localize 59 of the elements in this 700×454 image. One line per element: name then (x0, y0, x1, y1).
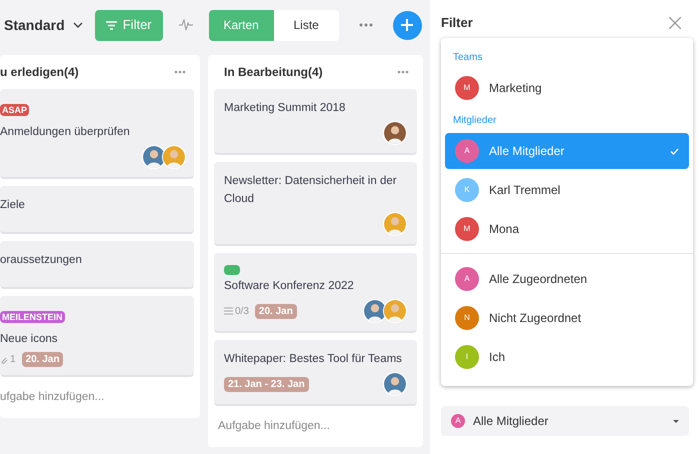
card-title: Whitepaper: Bestes Tool für Teams (224, 352, 403, 367)
task-card[interactable]: MEILENSTEIN Neue icons 1 20. Jan (0, 296, 194, 377)
card-title: Ziele (0, 198, 26, 213)
plus-icon (401, 19, 414, 31)
card-tag: ASAP (0, 104, 30, 116)
view-name[interactable]: Standard (4, 14, 65, 36)
checklist-count: 0/3 (235, 304, 249, 318)
group-heading: Teams (452, 51, 484, 65)
avatar-initial: N (455, 306, 479, 330)
more-icon[interactable] (358, 23, 373, 27)
attachment-count: 1 (10, 353, 16, 367)
filter-icon (106, 20, 117, 30)
add-task-link[interactable]: Aufgabe hinzufügen... (214, 418, 417, 436)
task-card[interactable]: Software Konferenz 2022 0/3 20. Jan (214, 253, 417, 333)
activity-icon[interactable] (178, 19, 193, 31)
filter-option[interactable]: I Ich (445, 339, 689, 375)
avatar-initial: A (455, 139, 479, 163)
panel-title: Filter (441, 14, 473, 32)
close-icon[interactable] (669, 17, 681, 29)
due-date: 20. Jan (22, 352, 64, 367)
avatar-initial: M (455, 76, 479, 100)
avatar-initial: K (455, 178, 479, 202)
card-title: Newsletter: Datensicherheit in der Cloud (224, 174, 398, 207)
due-date: 20. Jan (254, 304, 297, 318)
filter-option[interactable]: A Alle Zugeordneten (445, 261, 689, 297)
due-date: 21. Jan - 23. Jan (224, 376, 309, 392)
card-title: oraussetzungen (0, 253, 83, 268)
filter-option[interactable]: M Mona (445, 211, 689, 247)
filter-option[interactable]: M Marketing (445, 70, 689, 106)
group-heading: Mitglieder (452, 114, 498, 128)
card-title: Software Konferenz 2022 (224, 279, 355, 294)
task-card[interactable]: Ziele (0, 186, 194, 234)
select-value[interactable]: Alle Mitglieder (473, 412, 665, 430)
column-title: In Bearbeitung(4) (224, 64, 323, 81)
more-icon[interactable] (397, 70, 409, 74)
card-tag: MEILENSTEIN (0, 311, 65, 323)
add-button[interactable] (392, 10, 422, 40)
avatar-initial: A (455, 267, 479, 291)
chevron-down-icon[interactable] (72, 22, 83, 28)
more-icon[interactable] (174, 70, 186, 74)
card-title: Marketing Summit 2018 (224, 101, 346, 116)
filter-option[interactable]: N Nicht Zugeordnet (445, 300, 689, 336)
task-card[interactable]: ASAP Anmeldungen überprüfen (0, 89, 194, 179)
caret-icon[interactable] (673, 420, 679, 422)
column-title: u erledigen(4) (0, 64, 79, 81)
filter-option[interactable]: K Karl Tremmel (445, 172, 689, 208)
add-task-link[interactable]: ufgabe hinzufügen... (0, 389, 194, 406)
task-card[interactable]: Newsletter: Datensicherheit in der Cloud (214, 162, 417, 246)
avatar-initial: M (455, 217, 479, 241)
task-card[interactable]: oraussetzungen (0, 241, 194, 289)
avatar-initial: I (455, 345, 479, 369)
paperclip-icon (0, 356, 8, 364)
checklist-icon (224, 307, 233, 315)
check-icon (670, 148, 679, 154)
task-card[interactable]: Whitepaper: Bestes Tool für Teams 21. Jan - 23. Jan (214, 340, 417, 406)
task-card[interactable]: Marketing Summit 2018 (214, 89, 417, 155)
card-title: Neue icons (0, 332, 59, 347)
card-title: Anmeldungen überprüfen (0, 125, 131, 140)
avatar-initial: A (451, 414, 465, 428)
